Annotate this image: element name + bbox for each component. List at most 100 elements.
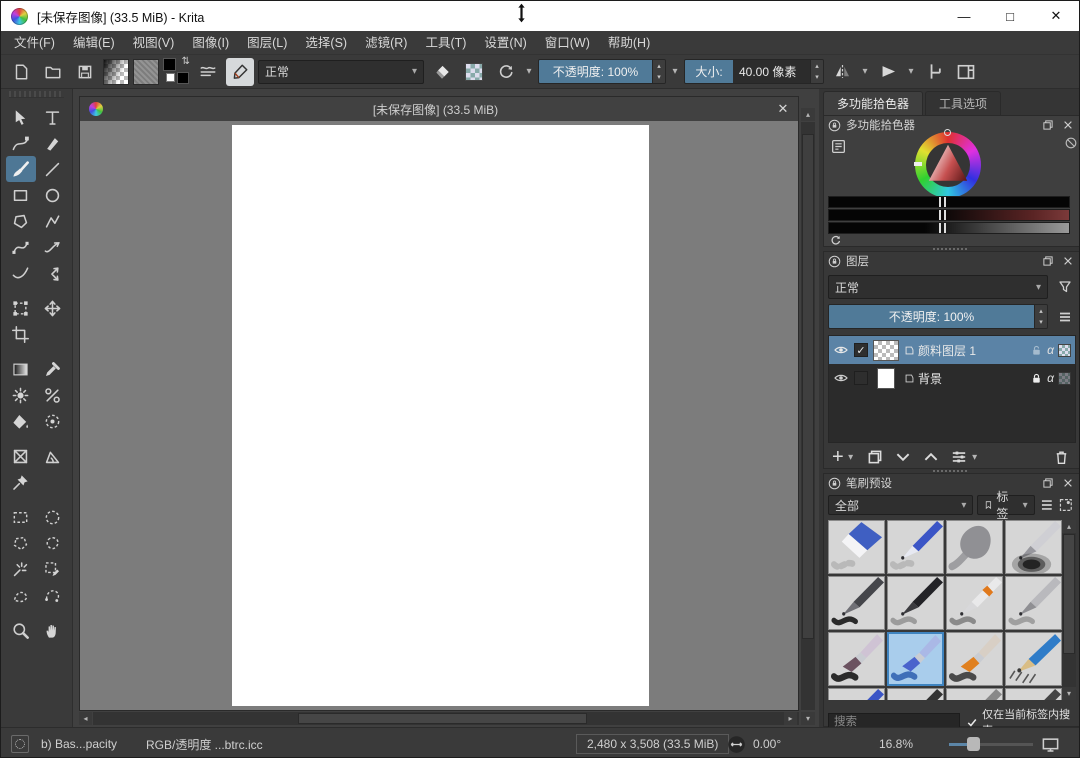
inherit-alpha-icon[interactable] xyxy=(1058,344,1071,357)
brush-preset-tile-5[interactable] xyxy=(887,576,944,630)
horizontal-mirror-button[interactable] xyxy=(828,58,856,86)
tab-advanced-color-selector[interactable]: 多功能拾色器 xyxy=(823,91,923,115)
tool-polygon[interactable] xyxy=(6,208,36,234)
tool-similar-select[interactable] xyxy=(6,556,36,582)
tool-enclose-fill[interactable] xyxy=(38,408,68,434)
menu-item-5[interactable]: 选择(S) xyxy=(296,31,356,55)
chevron-down-icon[interactable]: ▾ xyxy=(970,452,980,463)
choose-workspace-button[interactable] xyxy=(952,58,980,86)
menu-item-2[interactable]: 视图(V) xyxy=(124,31,184,55)
reload-preset-button[interactable] xyxy=(492,58,520,86)
layer-thumbnail[interactable] xyxy=(873,340,899,361)
brush-preset-tile-13[interactable] xyxy=(887,688,944,700)
menu-item-1[interactable]: 编辑(E) xyxy=(64,31,124,55)
scroll-up-button[interactable]: ▴ xyxy=(801,108,815,121)
menu-item-7[interactable]: 工具(T) xyxy=(416,31,475,55)
tool-color-select[interactable] xyxy=(38,556,68,582)
tool-gradient[interactable] xyxy=(6,356,36,382)
close-docker-icon[interactable] xyxy=(1062,119,1074,131)
alpha-lock-icon[interactable]: α xyxy=(1047,343,1054,357)
brush-preset-tile-1[interactable] xyxy=(887,520,944,574)
scroll-left-button[interactable]: ◂ xyxy=(79,712,92,725)
chevron-down-icon[interactable]: ▾ xyxy=(846,452,856,463)
tool-freehand-select[interactable] xyxy=(38,530,68,556)
zoom-slider[interactable] xyxy=(949,728,1033,758)
subwindow-close-button[interactable]: ✕ xyxy=(768,101,798,117)
tool-bezier-curve[interactable] xyxy=(6,234,36,260)
add-layer-button[interactable]: + xyxy=(832,449,844,465)
horizontal-scrollbar[interactable] xyxy=(93,712,799,725)
vertical-scroll-thumb[interactable] xyxy=(802,134,814,640)
tool-edit-shapes[interactable] xyxy=(6,130,36,156)
color-wheel[interactable] xyxy=(915,132,981,198)
close-docker-icon[interactable] xyxy=(1062,477,1074,489)
layer-blending-dropdown[interactable]: 正常▾ xyxy=(828,275,1048,299)
brush-preset-tile-10[interactable] xyxy=(946,632,1003,686)
brush-preset-tile-12[interactable] xyxy=(828,688,885,700)
scroll-right-button[interactable]: ▸ xyxy=(784,712,797,725)
tool-colorize-mask[interactable] xyxy=(6,382,36,408)
gradient-swatch-button[interactable] xyxy=(103,59,129,85)
tool-ellipse-select[interactable] xyxy=(38,504,68,530)
toolbox-drag-handle[interactable] xyxy=(9,91,64,98)
close-button[interactable]: ✕ xyxy=(1033,1,1079,31)
alpha-lock-icon[interactable]: α xyxy=(1047,371,1054,385)
swap-colors-icon[interactable]: ⇅ xyxy=(182,56,190,67)
float-docker-icon[interactable] xyxy=(1042,255,1054,267)
brush-preset-tile-6[interactable] xyxy=(946,576,1003,630)
lock-docker-icon[interactable] xyxy=(828,255,841,268)
brush-preset-tile-9[interactable] xyxy=(887,632,944,686)
tool-fill[interactable] xyxy=(6,408,36,434)
layer-opacity-spinner[interactable]: ▴▾ xyxy=(1034,305,1047,328)
choose-brush-preset-button[interactable] xyxy=(194,58,222,86)
unlock-icon[interactable] xyxy=(1030,344,1043,357)
chevron-down-icon[interactable]: ▾ xyxy=(906,66,916,77)
menu-item-0[interactable]: 文件(F) xyxy=(5,31,64,55)
tool-line[interactable] xyxy=(38,156,68,182)
visibility-eye-icon[interactable] xyxy=(833,370,849,386)
visibility-eye-icon[interactable] xyxy=(833,342,849,358)
status-brush-name[interactable]: b) Bas...pacity xyxy=(41,728,117,758)
brush-filter-dropdown[interactable]: 全部▾ xyxy=(828,495,973,515)
tool-polyline[interactable] xyxy=(38,208,68,234)
tool-dynamic-brush[interactable] xyxy=(6,260,36,286)
chevron-down-icon[interactable]: ▾ xyxy=(860,66,870,77)
foreground-color[interactable] xyxy=(163,58,176,71)
menu-item-3[interactable]: 图像(I) xyxy=(183,31,238,55)
status-zoom-level[interactable]: 16.8% xyxy=(879,728,913,758)
tool-pan[interactable] xyxy=(38,617,68,643)
tool-text[interactable] xyxy=(38,104,68,130)
opacity-slider[interactable]: 不透明度: 100% ▴▾ xyxy=(538,59,666,84)
minimize-button[interactable]: — xyxy=(941,1,987,31)
brush-preset-tile-2[interactable] xyxy=(946,520,1003,574)
brush-preset-tile-3[interactable] xyxy=(1005,520,1062,574)
menu-item-9[interactable]: 窗口(W) xyxy=(536,31,599,55)
canvas-rotation-icon[interactable] xyxy=(727,728,746,758)
tool-select-arrow[interactable] xyxy=(6,104,36,130)
snap-settings-button[interactable] xyxy=(920,58,948,86)
edit-brush-settings-button[interactable] xyxy=(226,58,254,86)
tool-zoom[interactable] xyxy=(6,617,36,643)
tool-freehand-brush[interactable] xyxy=(6,156,36,182)
status-color-profile[interactable]: RGB/透明度 ...btrc.icc xyxy=(146,728,263,758)
refresh-history-icon[interactable] xyxy=(829,234,842,247)
value-bar-3[interactable] xyxy=(828,222,1070,234)
display-mode-icon[interactable] xyxy=(1039,497,1055,513)
background-color[interactable] xyxy=(177,72,189,84)
lock-docker-icon[interactable] xyxy=(828,119,841,132)
default-colors-icon[interactable] xyxy=(166,73,175,82)
brush-scroll-down[interactable]: ▾ xyxy=(1062,687,1076,700)
chevron-down-icon[interactable]: ▾ xyxy=(524,66,534,77)
brush-preview-icon[interactable] xyxy=(11,728,29,758)
tool-measure[interactable] xyxy=(38,443,68,469)
layer-checkbox[interactable]: ✓ xyxy=(854,343,868,357)
move-layer-up-button[interactable] xyxy=(922,448,940,466)
layer-checkbox[interactable] xyxy=(854,371,868,385)
layer-properties-button[interactable] xyxy=(950,448,968,466)
canvas-page[interactable] xyxy=(232,125,649,706)
wrap-around-button[interactable] xyxy=(874,58,902,86)
tool-polygon-select[interactable] xyxy=(6,530,36,556)
layer-thumbnail[interactable] xyxy=(877,368,895,389)
brush-preset-tile-15[interactable] xyxy=(1005,688,1062,700)
brush-preset-tile-4[interactable] xyxy=(828,576,885,630)
